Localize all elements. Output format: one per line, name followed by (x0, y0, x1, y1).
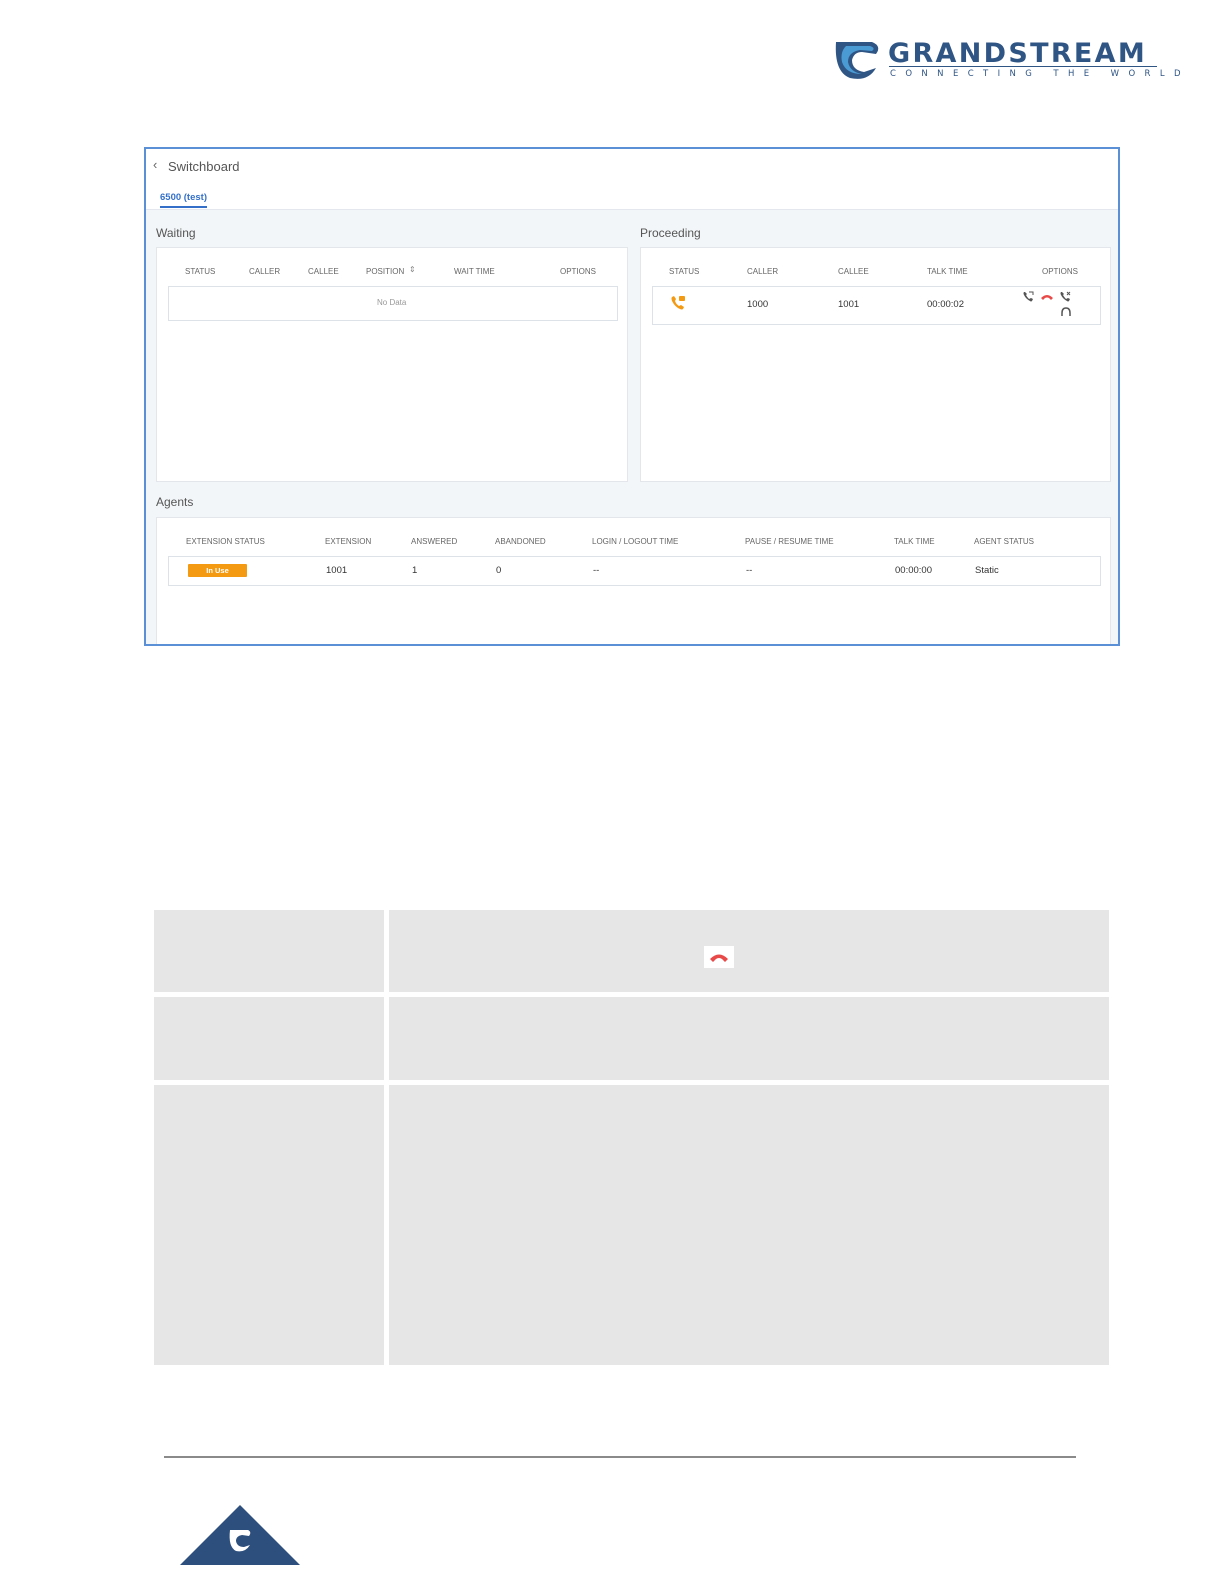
tab-queue-6500[interactable]: 6500 (test) (160, 192, 207, 208)
agents-header-pause-resume: PAUSE / RESUME TIME (745, 537, 834, 546)
table-row: In Use 1001 1 0 -- -- 00:00:00 Static (168, 556, 1101, 586)
agents-header-extension: EXTENSION (325, 537, 372, 546)
headset-monitor-icon[interactable] (1060, 307, 1072, 317)
grandstream-logo: GRANDSTREAM CONNECTING THE WORLD (832, 36, 1181, 86)
waiting-header-status: STATUS (185, 267, 216, 276)
logo-divider (889, 66, 1157, 67)
brand-name: GRANDSTREAM (888, 38, 1148, 69)
waiting-header-wait-time: WAIT TIME (454, 267, 495, 276)
proceeding-header-talk-time: TALK TIME (927, 267, 968, 276)
no-data-text: No Data (377, 298, 407, 307)
waiting-title: Waiting (156, 226, 196, 240)
table-label-cell-3 (154, 1085, 384, 1365)
grandstream-footer-icon (229, 1530, 251, 1552)
table-row: 1000 1001 00:00:02 (652, 286, 1101, 325)
page-title: Switchboard (168, 159, 240, 174)
proceeding-header-caller: CALLER (747, 267, 779, 276)
proceeding-header-options: OPTIONS (1042, 267, 1079, 276)
switchboard-header: ‹ Switchboard 6500 (test) (146, 149, 1118, 210)
agent-login-logout: -- (593, 565, 600, 576)
agent-answered: 1 (412, 565, 418, 576)
phone-talking-icon (671, 296, 685, 310)
hangup-icon-box (704, 946, 734, 968)
proceeding-panel: STATUS CALLER CALLEE TALK TIME OPTIONS 1… (640, 247, 1111, 482)
brand-tagline: CONNECTING THE WORLD (890, 69, 1190, 79)
agents-title: Agents (156, 495, 194, 509)
proceeding-talk-time: 00:00:02 (927, 299, 964, 310)
status-badge: In Use (188, 564, 247, 577)
waiting-header-callee: CALLEE (308, 267, 339, 276)
proceeding-header-status: STATUS (669, 267, 700, 276)
grandstream-swoosh-icon (835, 42, 879, 79)
agent-extension: 1001 (326, 565, 348, 576)
proceeding-caller: 1000 (747, 299, 769, 310)
proceeding-header-callee: CALLEE (838, 267, 869, 276)
agents-header-login-logout: LOGIN / LOGOUT TIME (592, 537, 679, 546)
call-forward-icon[interactable] (1059, 291, 1071, 303)
hangup-icon (710, 954, 728, 962)
proceeding-callee: 1001 (838, 299, 860, 310)
waiting-panel: STATUS CALLER CALLEE POSITION ⇕ WAIT TIM… (156, 247, 628, 482)
waiting-header-options: OPTIONS (560, 267, 597, 276)
agents-header-agent-status: AGENT STATUS (974, 537, 1035, 546)
waiting-header-caller: CALLER (249, 267, 281, 276)
table-desc-cell-1 (389, 910, 1109, 992)
footer-divider (164, 1456, 1076, 1458)
proceeding-title: Proceeding (640, 226, 701, 240)
switchboard-screenshot: ‹ Switchboard 6500 (test) Waiting STATUS… (144, 147, 1120, 646)
agents-header-talk-time: TALK TIME (894, 537, 935, 546)
agents-panel: EXTENSION STATUS EXTENSION ANSWERED ABAN… (156, 517, 1111, 644)
agent-status: Static (975, 565, 999, 576)
waiting-header-position: POSITION (366, 267, 405, 276)
agents-header-abandoned: ABANDONED (495, 537, 546, 546)
table-desc-cell-2 (389, 997, 1109, 1080)
hangup-icon[interactable] (1040, 293, 1054, 301)
agents-header-extension-status: EXTENSION STATUS (186, 537, 265, 546)
agents-header-answered: ANSWERED (411, 537, 458, 546)
sort-icon[interactable]: ⇕ (409, 265, 416, 274)
table-label-cell-1 (154, 910, 384, 992)
waiting-empty-row: No Data (168, 286, 618, 321)
chevron-left-icon[interactable]: ‹ (153, 157, 157, 172)
agent-abandoned: 0 (496, 565, 502, 576)
agent-talk-time: 00:00:00 (895, 565, 932, 576)
agent-pause-resume: -- (746, 565, 753, 576)
transfer-call-icon[interactable] (1022, 291, 1034, 303)
table-label-cell-2 (154, 997, 384, 1080)
table-desc-cell-3 (389, 1085, 1109, 1365)
